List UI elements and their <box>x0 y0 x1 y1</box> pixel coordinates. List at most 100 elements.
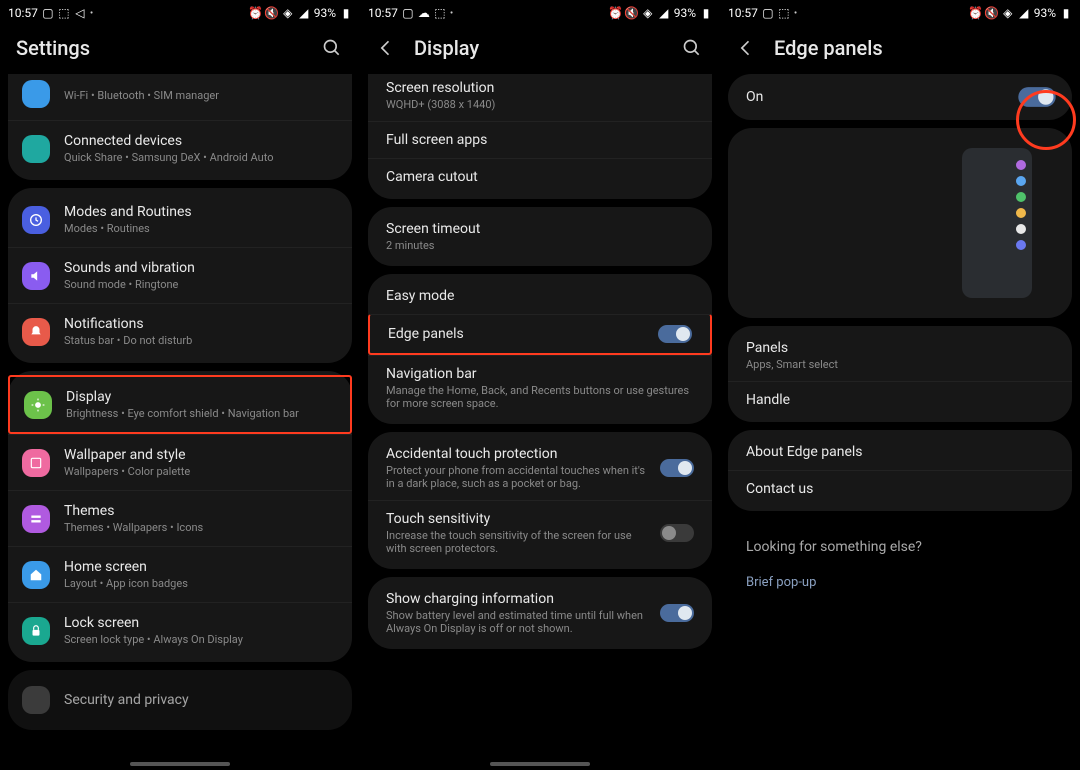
header: Settings <box>0 26 360 66</box>
item-label: Screen resolution <box>386 80 694 96</box>
edge-dot <box>1016 240 1026 250</box>
settings-item-lock[interactable]: Lock screen Screen lock type • Always On… <box>8 602 352 658</box>
settings-item-security[interactable]: Security and privacy <box>8 674 352 726</box>
item-label: Easy mode <box>386 288 694 304</box>
display-item-fullscreen[interactable]: Full screen apps <box>368 121 712 158</box>
mute-icon: 🔇 <box>266 7 278 19</box>
item-sub: Manage the Home, Back, and Recents butto… <box>386 384 694 410</box>
header: Display <box>360 26 720 66</box>
settings-item-home[interactable]: Home screen Layout • App icon badges <box>8 546 352 602</box>
status-bar: 10:57 ▢ ☁ ⬚ • ⏰ 🔇 ◈ ◢ 93% ▮ <box>360 0 720 26</box>
status-bar: 10:57 ▢ ⬚ • ⏰ 🔇 ◈ ◢ 93% ▮ <box>720 0 1080 26</box>
settings-item-display[interactable]: Display Brightness • Eye comfort shield … <box>8 375 352 434</box>
edge-on-card: On <box>728 74 1072 120</box>
item-sub: Increase the touch sensitivity of the sc… <box>386 529 646 555</box>
display-item-easy[interactable]: Easy mode <box>368 278 712 314</box>
settings-group-display: Display Brightness • Eye comfort shield … <box>8 371 352 662</box>
item-label: Display <box>66 389 336 405</box>
item-label: Notifications <box>64 316 338 332</box>
edge-panels-toggle[interactable] <box>658 325 692 343</box>
edge-dot <box>1016 192 1026 202</box>
shield-icon <box>22 686 50 714</box>
settings-item-themes[interactable]: Themes Themes • Wallpapers • Icons <box>8 490 352 546</box>
lock-icon <box>22 617 50 645</box>
item-label: About Edge panels <box>746 444 1054 460</box>
status-time: 10:57 <box>368 6 398 20</box>
item-label: Handle <box>746 392 1054 408</box>
pane-display: 10:57 ▢ ☁ ⬚ • ⏰ 🔇 ◈ ◢ 93% ▮ Display Scre… <box>360 0 720 770</box>
settings-group-security: Security and privacy <box>8 670 352 730</box>
display-item-edge-panels[interactable]: Edge panels <box>368 314 712 355</box>
battery-icon: ▮ <box>1060 7 1072 19</box>
settings-item-wallpaper[interactable]: Wallpaper and style Wallpapers • Color p… <box>8 434 352 490</box>
edge-preview <box>728 128 1072 318</box>
edge-item-contact[interactable]: Contact us <box>728 470 1072 507</box>
charging-toggle[interactable] <box>660 604 694 622</box>
app-icon: ⬚ <box>58 7 70 19</box>
scroll-indicator <box>130 762 230 766</box>
item-label: Accidental touch protection <box>386 446 646 462</box>
edge-item-panels[interactable]: Panels Apps, Smart select <box>728 330 1072 381</box>
item-label: Connected devices <box>64 133 338 149</box>
search-button[interactable] <box>680 36 704 60</box>
display-item-sensitivity[interactable]: Touch sensitivity Increase the touch sen… <box>368 500 712 565</box>
edge-item-about[interactable]: About Edge panels <box>728 434 1072 470</box>
item-label: Security and privacy <box>64 692 338 708</box>
item-label: Sounds and vibration <box>64 260 338 276</box>
settings-item-modes[interactable]: Modes and Routines Modes • Routines <box>8 192 352 247</box>
settings-item-notifications[interactable]: Notifications Status bar • Do not distur… <box>8 303 352 359</box>
item-sub: 2 minutes <box>386 239 694 252</box>
item-sub: Sound mode • Ringtone <box>64 278 338 291</box>
display-group-charging: Show charging information Show battery l… <box>368 577 712 649</box>
display-item-cutout[interactable]: Camera cutout <box>368 158 712 195</box>
page-title: Edge panels <box>774 36 1064 60</box>
edge-item-brief[interactable]: Brief pop-up <box>728 571 1072 606</box>
item-label: Lock screen <box>64 615 338 631</box>
edge-dot <box>1016 160 1026 170</box>
sensitivity-toggle[interactable] <box>660 524 694 542</box>
more-icon: • <box>450 8 453 19</box>
edge-master-toggle[interactable] <box>1018 87 1055 107</box>
back-button[interactable] <box>736 36 760 60</box>
item-label: Touch sensitivity <box>386 511 646 527</box>
edge-on-row[interactable]: On <box>728 78 1072 116</box>
display-item-resolution[interactable]: Screen resolution WQHD+ (3088 x 1440) <box>368 74 712 121</box>
display-item-charging[interactable]: Show charging information Show battery l… <box>368 581 712 645</box>
wifi-icon: ◈ <box>642 7 654 19</box>
accidental-toggle[interactable] <box>660 459 694 477</box>
item-label: Full screen apps <box>386 132 694 148</box>
wifi-icon: ◈ <box>282 7 294 19</box>
sound-icon <box>22 262 50 290</box>
more-icon: • <box>794 8 797 19</box>
page-title: Settings <box>16 36 320 60</box>
search-icon <box>322 38 342 58</box>
display-item-navbar[interactable]: Navigation bar Manage the Home, Back, an… <box>368 355 712 420</box>
edge-item-handle[interactable]: Handle <box>728 381 1072 418</box>
display-icon <box>24 391 52 419</box>
settings-group-modes: Modes and Routines Modes • Routines Soun… <box>8 188 352 363</box>
mute-icon: 🔇 <box>626 7 638 19</box>
item-sub: Apps, Smart select <box>746 358 1054 371</box>
settings-item-connections[interactable]: Wi-Fi • Bluetooth • SIM manager <box>8 74 352 120</box>
search-icon <box>682 38 702 58</box>
item-sub: Modes • Routines <box>64 222 338 235</box>
search-button[interactable] <box>320 36 344 60</box>
display-item-accidental[interactable]: Accidental touch protection Protect your… <box>368 436 712 500</box>
back-button[interactable] <box>376 36 400 60</box>
display-item-timeout[interactable]: Screen timeout 2 minutes <box>368 211 712 262</box>
edge-dots <box>1016 160 1026 250</box>
phone-mock <box>962 148 1032 298</box>
pane-edge-panels: 10:57 ▢ ⬚ • ⏰ 🔇 ◈ ◢ 93% ▮ Edge panels On <box>720 0 1080 770</box>
chevron-left-icon <box>376 38 396 58</box>
alarm-icon: ⏰ <box>610 7 622 19</box>
item-sub: Status bar • Do not disturb <box>64 334 338 347</box>
edge-group-looking: Looking for something else? Brief pop-up <box>728 519 1072 610</box>
item-sub: WQHD+ (3088 x 1440) <box>386 98 694 111</box>
image-icon: ▢ <box>42 7 54 19</box>
signal-icon: ◢ <box>1018 7 1030 19</box>
settings-item-connected-devices[interactable]: Connected devices Quick Share • Samsung … <box>8 120 352 176</box>
status-battery: 93% <box>1034 6 1056 20</box>
settings-item-sounds[interactable]: Sounds and vibration Sound mode • Ringto… <box>8 247 352 303</box>
item-label: Home screen <box>64 559 338 575</box>
image-icon: ▢ <box>762 7 774 19</box>
